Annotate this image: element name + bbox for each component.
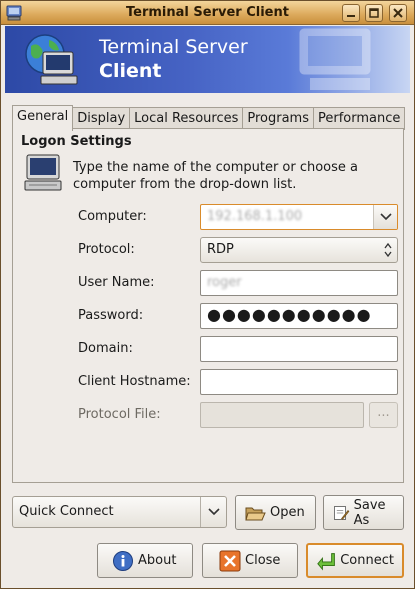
enter-arrow-icon bbox=[317, 552, 335, 571]
tab-programs[interactable]: Programs bbox=[242, 107, 314, 130]
password-value: ●●●●●●●●●●● bbox=[207, 305, 372, 324]
domain-label: Domain: bbox=[78, 341, 133, 356]
protocol-file-label: Protocol File: bbox=[78, 407, 161, 422]
password-label: Password: bbox=[78, 308, 144, 323]
open-button[interactable]: Open bbox=[235, 495, 316, 530]
tab-general[interactable]: General bbox=[12, 105, 74, 131]
minimize-icon bbox=[347, 15, 355, 17]
tab-bar: General Display Local Resources Programs… bbox=[12, 105, 406, 131]
close-button[interactable]: Close bbox=[202, 543, 298, 578]
username-input[interactable]: roger bbox=[200, 270, 398, 296]
quick-connect-select[interactable]: Quick Connect bbox=[12, 496, 227, 528]
password-input[interactable]: ●●●●●●●●●●● bbox=[200, 303, 398, 329]
protocol-select[interactable]: RDP bbox=[200, 237, 398, 263]
username-label: User Name: bbox=[78, 275, 155, 290]
computer-combo[interactable]: 192.168.1.100 bbox=[200, 204, 398, 230]
tab-performance[interactable]: Performance bbox=[313, 107, 406, 130]
computer-dropdown-button[interactable] bbox=[373, 205, 397, 229]
close-window-button[interactable] bbox=[389, 4, 407, 22]
folder-open-icon bbox=[245, 507, 266, 520]
protocol-label: Protocol: bbox=[78, 242, 135, 257]
about-button[interactable]: About bbox=[97, 543, 193, 578]
protocol-file-input bbox=[200, 402, 364, 428]
maximize-icon bbox=[369, 8, 379, 18]
banner-title-line2: Client bbox=[99, 60, 162, 82]
protocol-value: RDP bbox=[207, 242, 234, 257]
client-hostname-label: Client Hostname: bbox=[78, 374, 191, 389]
close-x-icon bbox=[219, 550, 241, 571]
connect-label: Connect bbox=[340, 553, 394, 568]
save-as-label: Save As bbox=[353, 497, 386, 528]
save-as-button[interactable]: Save As bbox=[323, 495, 404, 530]
computer-value: 192.168.1.100 bbox=[207, 209, 303, 224]
header-banner: Terminal Server Client bbox=[5, 26, 410, 93]
logon-settings-heading: Logon Settings bbox=[21, 134, 132, 149]
quick-connect-dropdown-button[interactable] bbox=[200, 497, 226, 527]
minimize-button[interactable] bbox=[342, 4, 360, 22]
domain-input[interactable] bbox=[200, 336, 398, 362]
username-value: roger bbox=[207, 275, 242, 290]
globe-computer-icon bbox=[25, 34, 78, 85]
tab-display[interactable]: Display bbox=[72, 107, 131, 130]
close-icon bbox=[393, 8, 403, 18]
browse-button: ... bbox=[369, 402, 398, 428]
maximize-button[interactable] bbox=[365, 4, 383, 22]
general-panel: Logon Settings Type the name of the comp… bbox=[12, 128, 404, 483]
about-label: About bbox=[138, 553, 177, 568]
connect-button[interactable]: Connect bbox=[306, 543, 404, 578]
client-hostname-input[interactable] bbox=[200, 369, 398, 395]
quick-connect-value: Quick Connect bbox=[19, 504, 114, 519]
banner-title-line1: Terminal Server bbox=[99, 36, 248, 58]
save-as-icon bbox=[334, 505, 350, 520]
info-icon bbox=[113, 550, 133, 571]
tab-local-resources[interactable]: Local Resources bbox=[129, 107, 244, 130]
up-down-arrows-icon bbox=[384, 242, 392, 258]
chevron-down-icon bbox=[208, 508, 220, 516]
monitor-watermark-icon bbox=[299, 28, 371, 90]
open-label: Open bbox=[270, 505, 305, 520]
title-bar[interactable]: Terminal Server Client bbox=[1, 1, 414, 25]
chevron-down-icon bbox=[380, 213, 392, 221]
computer-label: Computer: bbox=[78, 209, 147, 224]
computer-icon bbox=[24, 154, 62, 191]
close-label: Close bbox=[245, 553, 281, 568]
main-window: Terminal Server Client Terminal Server C… bbox=[0, 0, 415, 589]
logon-description: Type the name of the computer or choose … bbox=[73, 160, 359, 192]
